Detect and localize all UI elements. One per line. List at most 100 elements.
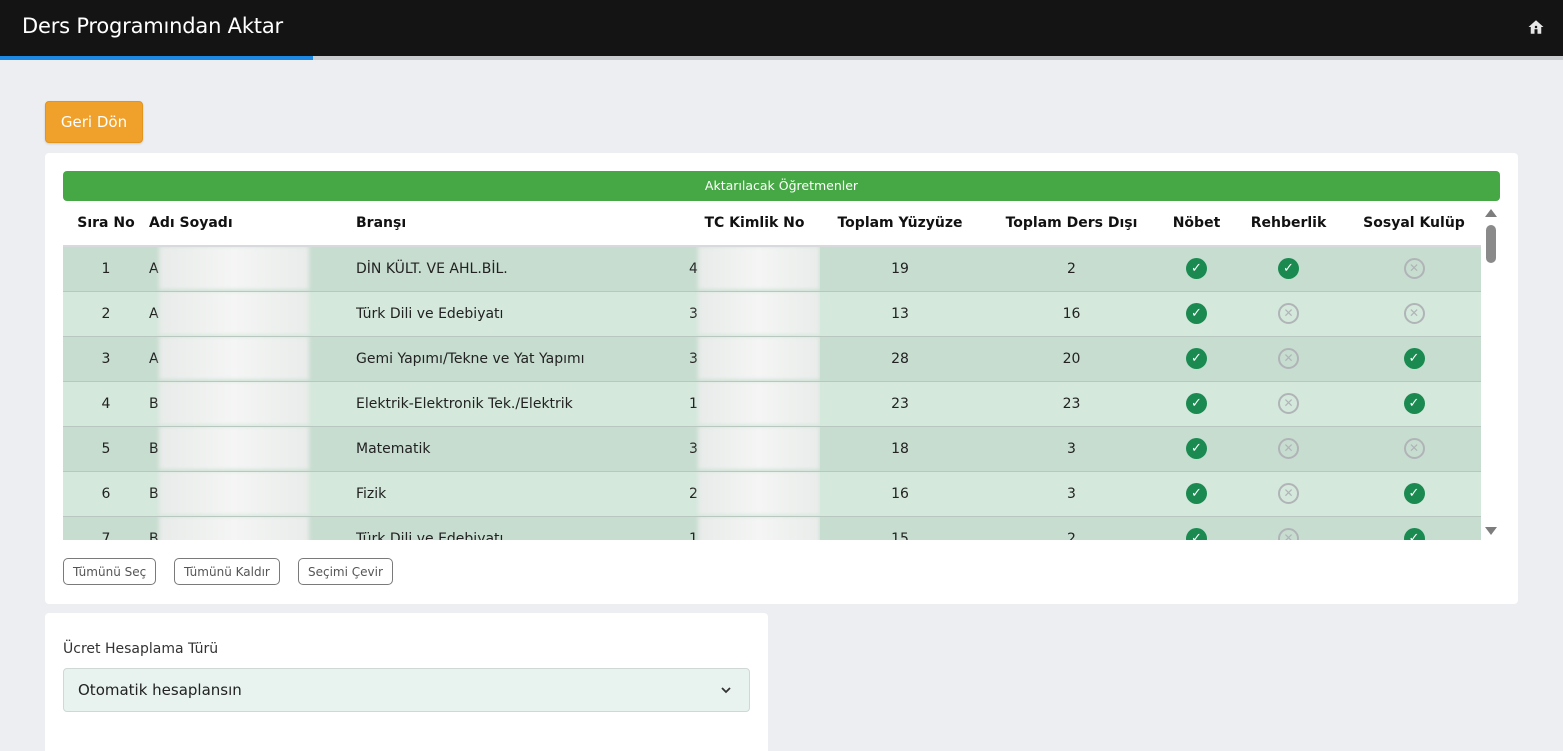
check-circle-icon[interactable]: ✓ (1186, 393, 1207, 414)
x-circle-icon[interactable]: ✕ (1278, 348, 1299, 369)
cell-toplam-ders-disi: 2 (980, 246, 1163, 292)
cell-nobet: ✓ (1163, 471, 1230, 517)
cell-sira-no: 1 (63, 246, 149, 292)
redacted-name (158, 336, 309, 380)
name-initial: A (149, 305, 159, 322)
back-button[interactable]: Geri Dön (45, 101, 143, 143)
tc-initial: 1 (689, 395, 698, 412)
cell-sosyal-kulup: ✕ (1347, 246, 1481, 292)
tc-initial: 3 (689, 305, 698, 322)
cell-bransi: Gemi Yapımı/Tekne ve Yat Yapımı (356, 336, 689, 382)
table-row[interactable]: 5 B Matematik 3 18 3 ✓ ✕ ✕ (63, 426, 1481, 472)
check-circle-icon[interactable]: ✓ (1186, 528, 1207, 540)
table-scrollbar[interactable] (1482, 205, 1500, 541)
redacted-tc (697, 336, 820, 380)
check-circle-icon[interactable]: ✓ (1403, 483, 1425, 504)
x-circle-icon[interactable]: ✕ (1403, 303, 1425, 324)
fee-card: Ücret Hesaplama Türü Otomatik hesaplansı… (45, 613, 768, 751)
cell-nobet: ✓ (1163, 336, 1230, 382)
cell-nobet: ✓ (1163, 291, 1230, 337)
cell-bransi: Fizik (356, 471, 689, 517)
column-header-sosyal-kulup[interactable]: Sosyal Kulüp (1347, 201, 1481, 247)
cell-toplam-ders-disi: 3 (980, 471, 1163, 517)
x-circle-icon[interactable]: ✕ (1278, 393, 1299, 414)
cell-adi-soyadi: A (149, 336, 356, 382)
cell-sira-no: 4 (63, 381, 149, 427)
column-header-toplam-ders-disi[interactable]: Toplam Ders Dışı (980, 201, 1163, 247)
cell-adi-soyadi: B (149, 471, 356, 517)
cell-toplam-yuzyuze: 23 (820, 381, 980, 427)
redacted-tc (697, 516, 820, 540)
check-circle-icon[interactable]: ✓ (1186, 303, 1207, 324)
check-circle-icon[interactable]: ✓ (1278, 258, 1299, 280)
cell-tc-kimlik-no: 4 (689, 246, 820, 292)
column-header-tc-kimlik-no[interactable]: TC Kimlik No (689, 201, 820, 247)
home-icon[interactable] (1527, 18, 1545, 36)
table-row[interactable]: 6 B Fizik 2 16 3 ✓ ✕ ✓ (63, 471, 1481, 517)
tc-initial: 1 (689, 530, 698, 541)
teachers-table: Sıra No Adı Soyadı Branşı TC Kimlik No T… (63, 201, 1481, 540)
name-initial: B (149, 530, 159, 541)
fee-type-select[interactable]: Otomatik hesaplansın (63, 668, 750, 712)
name-initial: B (149, 395, 159, 412)
table-row[interactable]: 3 A Gemi Yapımı/Tekne ve Yat Yapımı 3 28 20 ✓ ✕… (63, 336, 1481, 382)
tc-initial: 4 (689, 260, 698, 277)
cell-bransi: Türk Dili ve Edebiyatı (356, 516, 689, 540)
cell-sosyal-kulup: ✕ (1347, 291, 1481, 337)
cell-toplam-ders-disi: 16 (980, 291, 1163, 337)
column-header-nobet[interactable]: Nöbet (1163, 201, 1230, 247)
cell-sira-no: 6 (63, 471, 149, 517)
column-header-sira-no[interactable]: Sıra No (63, 201, 149, 247)
column-header-adi-soyadi[interactable]: Adı Soyadı (149, 201, 356, 247)
teachers-table-container[interactable]: Sıra No Adı Soyadı Branşı TC Kimlik No T… (63, 201, 1481, 540)
cell-nobet: ✓ (1163, 246, 1230, 292)
x-circle-icon[interactable]: ✕ (1403, 258, 1425, 280)
check-circle-icon[interactable]: ✓ (1186, 483, 1207, 504)
check-circle-icon[interactable]: ✓ (1403, 528, 1425, 540)
redacted-name (158, 516, 309, 540)
select-all-button[interactable]: Tümünü Seç (63, 558, 157, 585)
scroll-up-arrow-icon[interactable] (1485, 209, 1497, 217)
cell-adi-soyadi: B (149, 381, 356, 427)
check-circle-icon[interactable]: ✓ (1403, 393, 1425, 414)
table-row[interactable]: 7 B Türk Dili ve Edebiyatı 1 15 2 ✓ ✕ ✓ (63, 516, 1481, 540)
check-circle-icon[interactable]: ✓ (1186, 438, 1207, 459)
cell-toplam-ders-disi: 3 (980, 426, 1163, 472)
redacted-name (158, 471, 309, 515)
cell-toplam-yuzyuze: 13 (820, 291, 980, 337)
scrollbar-thumb[interactable] (1486, 225, 1496, 263)
column-header-rehberlik[interactable]: Rehberlik (1230, 201, 1347, 247)
cell-rehberlik: ✕ (1230, 336, 1347, 382)
scroll-down-arrow-icon[interactable] (1485, 527, 1497, 535)
cell-toplam-yuzyuze: 15 (820, 516, 980, 540)
name-initial: A (149, 260, 159, 277)
check-circle-icon[interactable]: ✓ (1186, 258, 1207, 280)
cell-nobet: ✓ (1163, 426, 1230, 472)
x-circle-icon[interactable]: ✕ (1278, 438, 1299, 459)
x-circle-icon[interactable]: ✕ (1278, 303, 1299, 324)
table-row[interactable]: 4 B Elektrik-Elektronik Tek./Elektrik 1 23 23… (63, 381, 1481, 427)
redacted-tc (697, 291, 820, 335)
cell-bransi: Elektrik-Elektronik Tek./Elektrik (356, 381, 689, 427)
cell-rehberlik: ✕ (1230, 381, 1347, 427)
redacted-tc (697, 381, 820, 425)
progress-bar (0, 56, 1563, 60)
cell-rehberlik: ✕ (1230, 471, 1347, 517)
x-circle-icon[interactable]: ✕ (1278, 483, 1299, 504)
tc-initial: 2 (689, 485, 698, 502)
x-circle-icon[interactable]: ✕ (1278, 528, 1299, 540)
check-circle-icon[interactable]: ✓ (1186, 348, 1207, 369)
redacted-name (158, 246, 309, 290)
column-header-bransi[interactable]: Branşı (356, 201, 689, 247)
remove-all-button[interactable]: Tümünü Kaldır (174, 558, 280, 585)
cell-rehberlik: ✕ (1230, 291, 1347, 337)
top-bar: Ders Programından Aktar (0, 0, 1563, 56)
check-circle-icon[interactable]: ✓ (1403, 348, 1425, 369)
table-row[interactable]: 2 A Türk Dili ve Edebiyatı 3 13 16 ✓ ✕ ✕ (63, 291, 1481, 337)
column-header-toplam-yuzyuze[interactable]: Toplam Yüzyüze (820, 201, 980, 247)
x-circle-icon[interactable]: ✕ (1403, 438, 1425, 459)
cell-rehberlik: ✕ (1230, 516, 1347, 540)
invert-selection-button[interactable]: Seçimi Çevir (298, 558, 393, 585)
table-row[interactable]: 1 A DİN KÜLT. VE AHL.BİL. 4 19 2 ✓ ✓ ✕ (63, 246, 1481, 292)
cell-tc-kimlik-no: 1 (689, 381, 820, 427)
